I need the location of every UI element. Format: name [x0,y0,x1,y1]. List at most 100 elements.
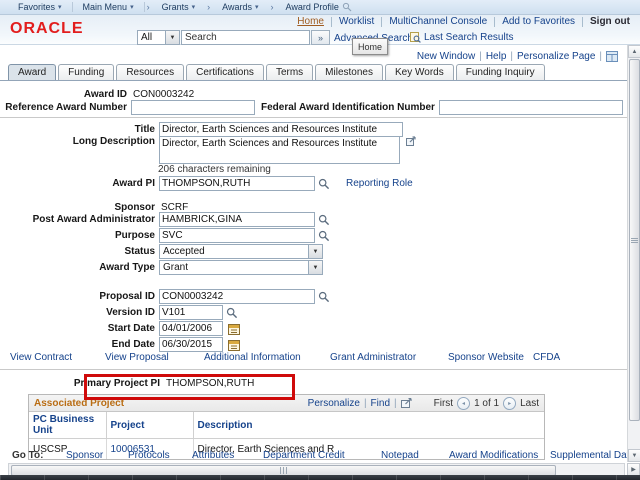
application-window: Favorites ▾ Main Menu ▾ › Grants ▾ › Awa… [0,0,640,480]
column-header-description[interactable]: Description [193,412,544,439]
previous-page-button[interactable]: ◂ [457,397,470,410]
federal-award-id-input[interactable] [439,100,623,115]
award-id-value: CON0003242 [131,89,194,100]
vertical-scrollbar-thumb[interactable] [629,59,640,421]
personalize-page-link[interactable]: Personalize Page [517,51,595,62]
lookup-icon[interactable] [226,307,238,319]
proposal-id-input[interactable] [159,289,315,304]
status-label: Status [0,246,159,257]
characters-remaining-text: 206 characters remaining [158,164,271,175]
tab-certifications[interactable]: Certifications [186,64,264,80]
home-tooltip: Home [352,38,388,55]
award-pi-input[interactable] [159,176,315,191]
cfda-link[interactable]: CFDA [533,352,560,363]
column-header-project[interactable]: Project [106,412,193,439]
award-type-label: Award Type [0,262,159,273]
award-id-label: Award ID [0,89,131,100]
last-search-results-link[interactable]: Last Search Results [410,32,514,43]
goto-protocols-link[interactable]: Protocols [128,450,170,461]
breadcrumb-awards-label: Awards [222,2,252,12]
primary-project-pi-value: THOMPSON,RUTH [164,378,254,389]
view-contract-link[interactable]: View Contract [10,352,72,363]
help-link[interactable]: Help [486,51,507,62]
worklist-link[interactable]: Worklist [339,16,374,27]
post-award-admin-input[interactable] [159,212,315,227]
grant-administrator-link[interactable]: Grant Administrator [330,352,416,363]
tab-label: Certifications [196,67,254,78]
chevron-down-icon[interactable]: ▼ [308,261,322,274]
goto-attributes-link[interactable]: Attributes [192,450,234,461]
breadcrumb-favorites[interactable]: Favorites ▾ [8,2,72,12]
tab-funding-inquiry[interactable]: Funding Inquiry [456,64,545,80]
goto-department-credit-link[interactable]: Department Credit [263,450,345,461]
sign-out-link[interactable]: Sign out [590,16,630,27]
add-to-favorites-link[interactable]: Add to Favorites [502,16,575,27]
link-divider [494,17,495,27]
column-header-pc-business-unit[interactable]: PC Business Unit [29,412,106,439]
tab-resources[interactable]: Resources [116,64,184,80]
tab-award[interactable]: Award [8,64,56,80]
tab-label: Resources [126,67,174,78]
goto-sponsor-link[interactable]: Sponsor [66,450,103,461]
purpose-label: Purpose [0,230,159,241]
lookup-icon[interactable] [318,178,330,190]
breadcrumb-grants-label: Grants [162,2,189,12]
status-select[interactable]: Accepted ▼ [159,244,323,259]
purpose-input[interactable] [159,228,315,243]
start-date-input[interactable] [159,321,223,336]
additional-information-link[interactable]: Additional Information [204,352,301,363]
chevron-down-icon[interactable]: ▼ [308,245,322,258]
breadcrumb-main-menu[interactable]: Main Menu ▾ [73,2,144,12]
goto-notepad-link[interactable]: Notepad [381,450,419,461]
tab-funding[interactable]: Funding [58,64,114,80]
link-divider: | [394,398,397,409]
title-input[interactable] [159,122,403,137]
personalize-link[interactable]: Personalize [308,398,360,409]
primary-project-pi-label: Primary Project PI [0,378,164,389]
award-type-select[interactable]: Grant ▼ [159,260,323,275]
next-page-button[interactable]: ▸ [503,397,516,410]
version-id-label: Version ID [0,307,159,318]
end-date-input[interactable] [159,337,223,352]
home-link[interactable]: Home [297,16,324,27]
multichannel-console-link[interactable]: MultiChannel Console [389,16,487,27]
new-window-link[interactable]: New Window [417,51,475,62]
vertical-scrollbar[interactable]: ▲ ▼ [627,45,640,462]
chevron-down-icon[interactable]: ▼ [165,31,179,44]
find-link[interactable]: Find [371,398,390,409]
sponsor-website-link[interactable]: Sponsor Website [448,352,524,363]
tab-underline [0,80,627,81]
calendar-icon[interactable] [228,339,240,351]
search-scope-select[interactable]: All ▼ [137,30,180,45]
goto-award-modifications-link[interactable]: Award Modifications [449,450,538,461]
tab-terms[interactable]: Terms [266,64,313,80]
layout-grid-icon[interactable] [606,51,618,62]
field-end-date: End Date [0,337,240,352]
goto-supplemental-data-link[interactable]: Supplemental Data [550,450,635,461]
calendar-icon[interactable] [228,323,240,335]
long-description-textarea[interactable]: Director, Earth Sciences and Resources I… [159,136,400,164]
status-value: Accepted [160,245,308,258]
search-row: All ▼ » Advanced Search Last Search Resu… [0,30,640,45]
download-grid-icon[interactable] [401,398,412,408]
lookup-icon[interactable] [318,214,330,226]
scroll-up-button[interactable]: ▲ [628,45,640,58]
search-input[interactable] [181,30,310,45]
scroll-down-button[interactable]: ▼ [628,449,640,462]
tab-key-words[interactable]: Key Words [385,64,454,80]
lookup-icon[interactable] [318,230,330,242]
version-id-input[interactable] [159,305,223,320]
view-proposal-link[interactable]: View Proposal [105,352,169,363]
expand-icon[interactable] [406,136,416,146]
lookup-icon[interactable] [318,291,330,303]
pagination-first-label: First [434,398,453,409]
tab-milestones[interactable]: Milestones [315,64,383,80]
breadcrumb-grants[interactable]: Grants ▾ [152,2,206,12]
breadcrumb-separator: › [205,2,212,12]
breadcrumb-awards[interactable]: Awards ▾ [212,2,268,12]
search-results-icon [410,32,421,43]
reporting-role-link[interactable]: Reporting Role [346,178,413,189]
magnifier-icon [342,2,352,12]
search-go-button[interactable]: » [311,30,330,45]
reference-award-number-input[interactable] [131,100,255,115]
